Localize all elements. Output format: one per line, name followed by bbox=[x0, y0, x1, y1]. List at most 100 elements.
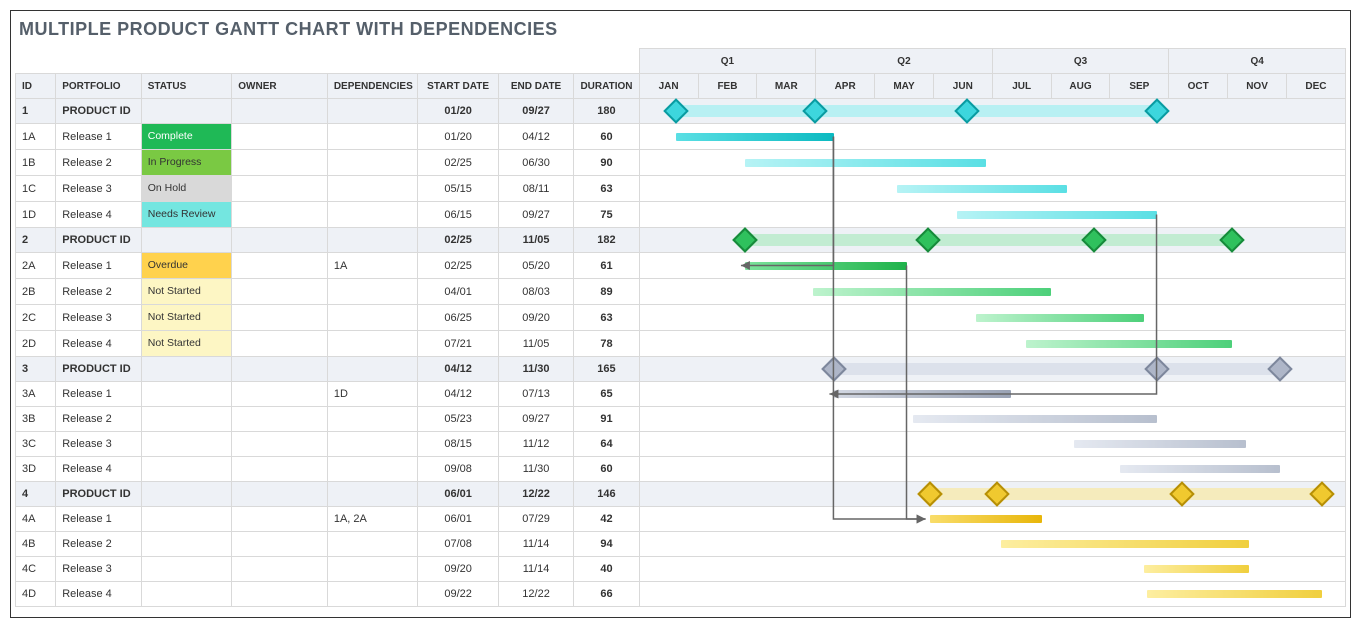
task-bar[interactable] bbox=[1120, 465, 1280, 473]
gantt-cell bbox=[639, 557, 1345, 582]
cell-start: 05/15 bbox=[418, 176, 498, 202]
milestone-diamond-icon[interactable] bbox=[1144, 356, 1169, 381]
status-pill: In Progress bbox=[142, 150, 232, 175]
cell-dep bbox=[327, 457, 418, 482]
task-row: 1CRelease 3On Hold05/1508/1163 bbox=[16, 176, 1346, 202]
milestone-diamond-icon[interactable] bbox=[802, 98, 827, 123]
cell-start: 04/12 bbox=[418, 357, 498, 382]
gantt-cell bbox=[639, 279, 1345, 305]
product-row: 2PRODUCT ID02/2511/05182 bbox=[16, 228, 1346, 253]
milestone-diamond-icon[interactable] bbox=[1267, 356, 1292, 381]
col-start: START DATE bbox=[418, 74, 498, 99]
milestone-diamond-icon[interactable] bbox=[1219, 227, 1244, 252]
milestone-diamond-icon[interactable] bbox=[663, 98, 688, 123]
task-bar[interactable] bbox=[1147, 590, 1322, 598]
summary-bar[interactable] bbox=[676, 105, 1157, 117]
cell-dep bbox=[327, 279, 418, 305]
task-bar[interactable] bbox=[834, 390, 1011, 398]
task-row: 4ARelease 11A, 2A06/0107/2942 bbox=[16, 507, 1346, 532]
cell-owner bbox=[232, 331, 328, 357]
cell-portfolio: Release 2 bbox=[56, 279, 142, 305]
cell-portfolio: Release 1 bbox=[56, 507, 142, 532]
summary-bar[interactable] bbox=[745, 234, 1232, 246]
task-bar[interactable] bbox=[813, 288, 1051, 296]
cell-owner bbox=[232, 457, 328, 482]
q3-header: Q3 bbox=[992, 49, 1169, 74]
gantt-cell bbox=[639, 150, 1345, 176]
cell-end: 09/27 bbox=[498, 202, 573, 228]
m-feb: FEB bbox=[698, 74, 757, 99]
cell-portfolio: Release 2 bbox=[56, 407, 142, 432]
cell-owner bbox=[232, 582, 328, 607]
col-end: END DATE bbox=[498, 74, 573, 99]
milestone-diamond-icon[interactable] bbox=[733, 227, 758, 252]
cell-owner bbox=[232, 305, 328, 331]
col-owner: OWNER bbox=[232, 74, 328, 99]
cell-dur: 94 bbox=[574, 532, 639, 557]
task-bar[interactable] bbox=[913, 415, 1157, 423]
cell-dep bbox=[327, 407, 418, 432]
cell-dur: 61 bbox=[574, 253, 639, 279]
task-bar[interactable] bbox=[1144, 565, 1250, 573]
cell-end: 12/22 bbox=[498, 582, 573, 607]
cell-portfolio: Release 1 bbox=[56, 253, 142, 279]
q2-header: Q2 bbox=[816, 49, 993, 74]
status-pill: Needs Review bbox=[142, 202, 232, 227]
cell-status: Needs Review bbox=[141, 202, 232, 228]
col-dep: DEPENDENCIES bbox=[327, 74, 418, 99]
gantt-cell bbox=[639, 382, 1345, 407]
cell-dep: 1A bbox=[327, 253, 418, 279]
product-row: 4PRODUCT ID06/0112/22146 bbox=[16, 482, 1346, 507]
cell-dur: 42 bbox=[574, 507, 639, 532]
task-bar[interactable] bbox=[1074, 440, 1245, 448]
task-bar[interactable] bbox=[930, 515, 1042, 523]
task-bar[interactable] bbox=[976, 314, 1143, 322]
cell-end: 06/30 bbox=[498, 150, 573, 176]
task-bar[interactable] bbox=[1001, 540, 1249, 548]
gantt-cell bbox=[639, 305, 1345, 331]
summary-bar[interactable] bbox=[834, 363, 1280, 375]
cell-start: 09/22 bbox=[418, 582, 498, 607]
gantt-table: Q1 Q2 Q3 Q4 ID PORTFOLIO STATUS OWNER DE… bbox=[15, 48, 1346, 607]
task-bar[interactable] bbox=[676, 133, 834, 141]
cell-dep bbox=[327, 124, 418, 150]
task-bar[interactable] bbox=[1026, 340, 1232, 348]
cell-end: 05/20 bbox=[498, 253, 573, 279]
cell-rid: 1D bbox=[16, 202, 56, 228]
milestone-diamond-icon[interactable] bbox=[1144, 98, 1169, 123]
cell-owner bbox=[232, 532, 328, 557]
header-row-columns: ID PORTFOLIO STATUS OWNER DEPENDENCIES S… bbox=[16, 74, 1346, 99]
milestone-diamond-icon[interactable] bbox=[1169, 481, 1194, 506]
cell-rid: 2 bbox=[16, 228, 56, 253]
milestone-diamond-icon[interactable] bbox=[821, 356, 846, 381]
cell-start: 09/08 bbox=[418, 457, 498, 482]
milestone-diamond-icon[interactable] bbox=[1310, 481, 1335, 506]
cell-status bbox=[141, 432, 232, 457]
task-bar[interactable] bbox=[957, 211, 1157, 219]
cell-portfolio: Release 3 bbox=[56, 176, 142, 202]
cell-dur: 182 bbox=[574, 228, 639, 253]
cell-status bbox=[141, 382, 232, 407]
milestone-diamond-icon[interactable] bbox=[915, 227, 940, 252]
cell-rid: 3 bbox=[16, 357, 56, 382]
cell-status: Not Started bbox=[141, 331, 232, 357]
cell-portfolio: Release 2 bbox=[56, 532, 142, 557]
milestone-diamond-icon[interactable] bbox=[917, 481, 942, 506]
gantt-cell bbox=[639, 482, 1345, 507]
cell-dep bbox=[327, 228, 418, 253]
task-bar[interactable] bbox=[745, 159, 985, 167]
cell-dur: 89 bbox=[574, 279, 639, 305]
cell-dep bbox=[327, 331, 418, 357]
task-bar[interactable] bbox=[897, 185, 1066, 193]
col-status: STATUS bbox=[141, 74, 232, 99]
cell-rid: 1B bbox=[16, 150, 56, 176]
cell-rid: 4D bbox=[16, 582, 56, 607]
cell-start: 04/12 bbox=[418, 382, 498, 407]
cell-dur: 65 bbox=[574, 382, 639, 407]
status-pill: Overdue bbox=[142, 253, 232, 278]
task-bar[interactable] bbox=[745, 262, 907, 270]
milestone-diamond-icon[interactable] bbox=[954, 98, 979, 123]
milestone-diamond-icon[interactable] bbox=[985, 481, 1010, 506]
milestone-diamond-icon[interactable] bbox=[1081, 227, 1106, 252]
cell-status: On Hold bbox=[141, 176, 232, 202]
